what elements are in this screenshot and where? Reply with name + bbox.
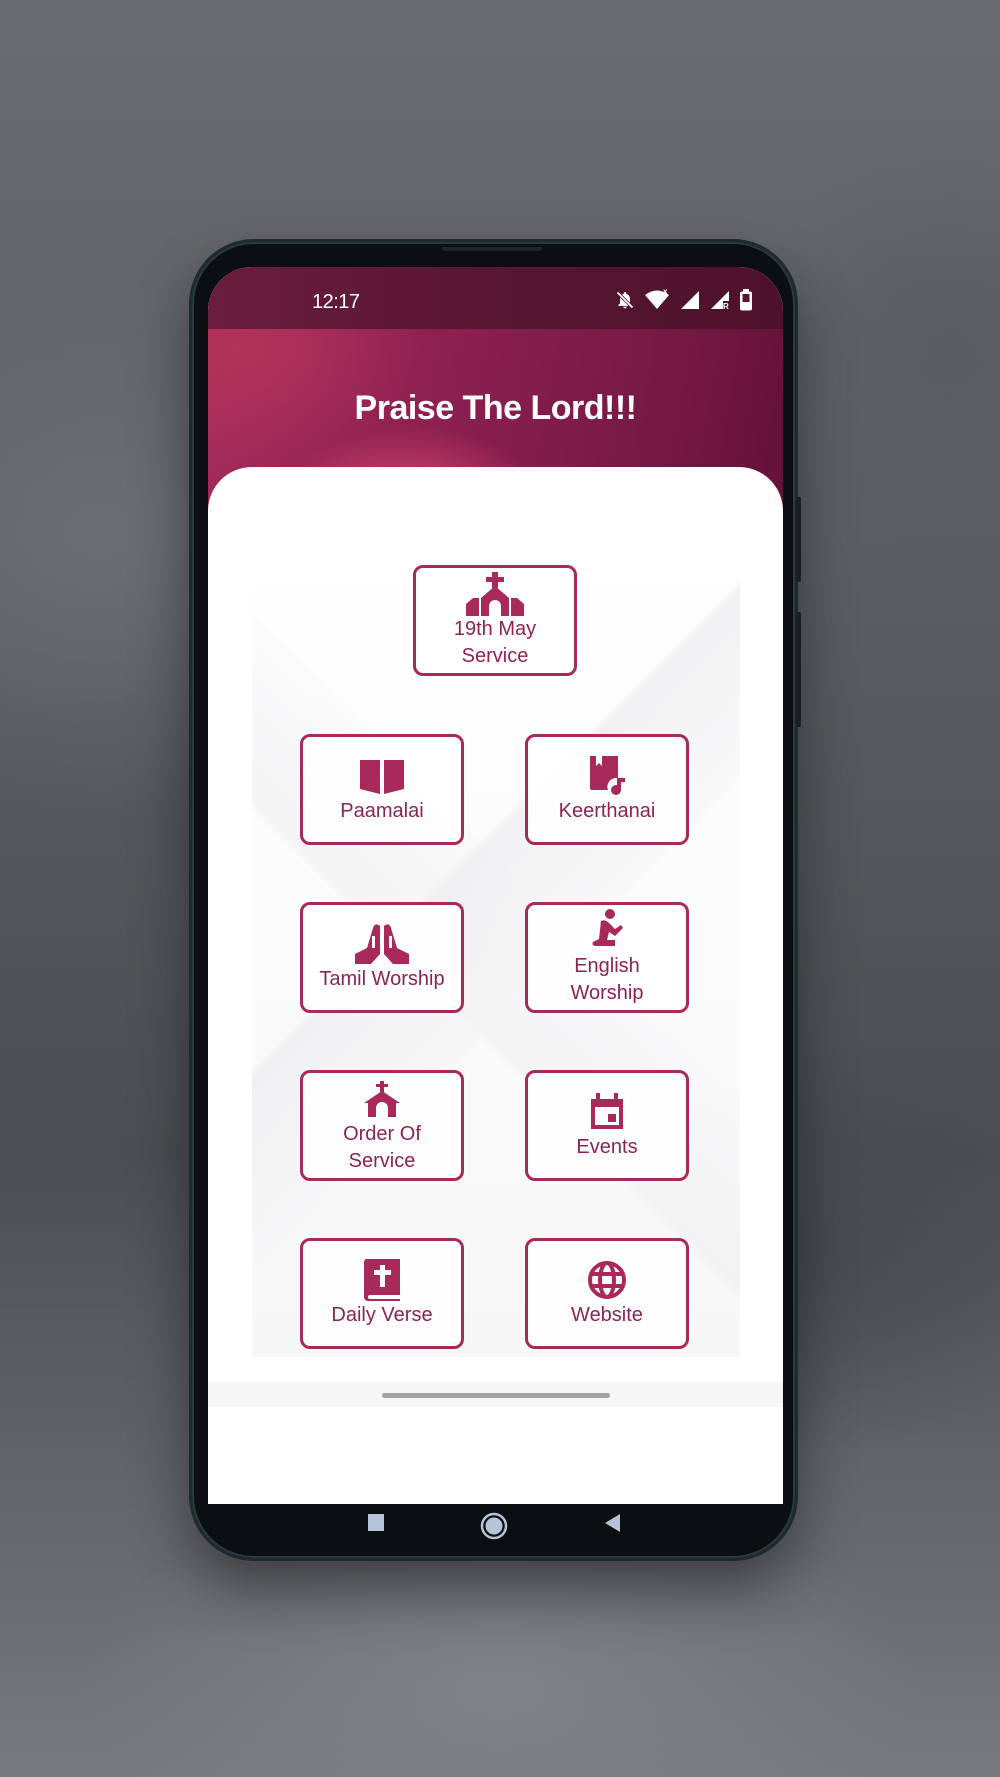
volume-button — [796, 612, 801, 727]
church-icon — [465, 571, 525, 616]
tile-label-line2: Service — [461, 644, 529, 667]
circle-icon — [480, 1512, 508, 1540]
praying-hands-icon — [353, 922, 411, 966]
tile-label: Paamalai — [340, 800, 424, 822]
power-button — [796, 497, 801, 582]
globe-icon — [587, 1258, 627, 1302]
tile-label-line1: Order Of — [343, 1122, 421, 1145]
page-title: Praise The Lord!!! — [354, 389, 637, 427]
calendar-icon — [589, 1090, 625, 1134]
menu-card: 19th May Service Paamalai Keerthanai Tam… — [208, 467, 783, 1407]
tile-label-line2: Worship — [570, 981, 644, 1004]
tile-paamalai[interactable]: Paamalai — [300, 734, 464, 845]
tile-order-of-service[interactable]: Order Of Service — [300, 1070, 464, 1181]
app-screen: 12:17 x R Praise The Lord!!! 19th May Se… — [208, 267, 783, 1504]
phone-frame: 12:17 x R Praise The Lord!!! 19th May Se… — [192, 242, 801, 1558]
triangle-back-icon — [605, 1514, 620, 1532]
earpiece-speaker — [442, 247, 542, 251]
tile-label: Order Of Service — [343, 1121, 421, 1175]
home-indicator[interactable] — [382, 1393, 610, 1398]
wifi-icon: x — [643, 289, 671, 311]
tile-website[interactable]: Website — [525, 1238, 689, 1349]
tile-label-line2: Service — [348, 1149, 416, 1172]
svg-text:R: R — [723, 302, 729, 310]
tile-label: 19th May Service — [454, 616, 536, 670]
tile-label: Events — [576, 1136, 638, 1158]
tile-daily-verse[interactable]: Daily Verse — [300, 1238, 464, 1349]
tile-english-worship[interactable]: English Worship — [525, 902, 689, 1013]
home-button[interactable] — [480, 1512, 508, 1540]
kneeling-prayer-icon — [587, 908, 627, 953]
navigation-bar — [208, 1504, 783, 1546]
tile-tamil-worship[interactable]: Tamil Worship — [300, 902, 464, 1013]
tile-events[interactable]: Events — [525, 1070, 689, 1181]
tile-label: Tamil Worship — [319, 968, 445, 990]
bible-icon — [362, 1258, 402, 1302]
signal-no-data-icon — [679, 290, 701, 310]
square-icon — [368, 1514, 384, 1531]
chapel-icon — [362, 1077, 402, 1121]
music-book-icon — [588, 754, 626, 798]
tile-19th-may-service[interactable]: 19th May Service — [413, 565, 577, 676]
tile-label: Daily Verse — [331, 1304, 433, 1326]
open-book-icon — [359, 754, 405, 798]
tile-label: Website — [571, 1304, 643, 1326]
signal-roaming-icon: R — [709, 290, 731, 310]
svg-text:x: x — [663, 289, 668, 296]
battery-icon — [739, 289, 753, 311]
tile-label-line1: 19th May — [453, 617, 537, 640]
tile-label: Keerthanai — [558, 800, 656, 822]
back-button[interactable] — [604, 1512, 624, 1534]
tile-label: English Worship — [571, 953, 644, 1007]
status-time: 12:17 — [312, 291, 360, 313]
recents-button[interactable] — [367, 1512, 387, 1534]
notifications-off-icon — [615, 290, 635, 310]
tile-keerthanai[interactable]: Keerthanai — [525, 734, 689, 845]
gesture-area — [208, 1382, 783, 1407]
tile-label-line1: English — [574, 954, 640, 977]
status-icons: x R — [615, 289, 753, 311]
status-bar: 12:17 x R — [208, 267, 783, 329]
